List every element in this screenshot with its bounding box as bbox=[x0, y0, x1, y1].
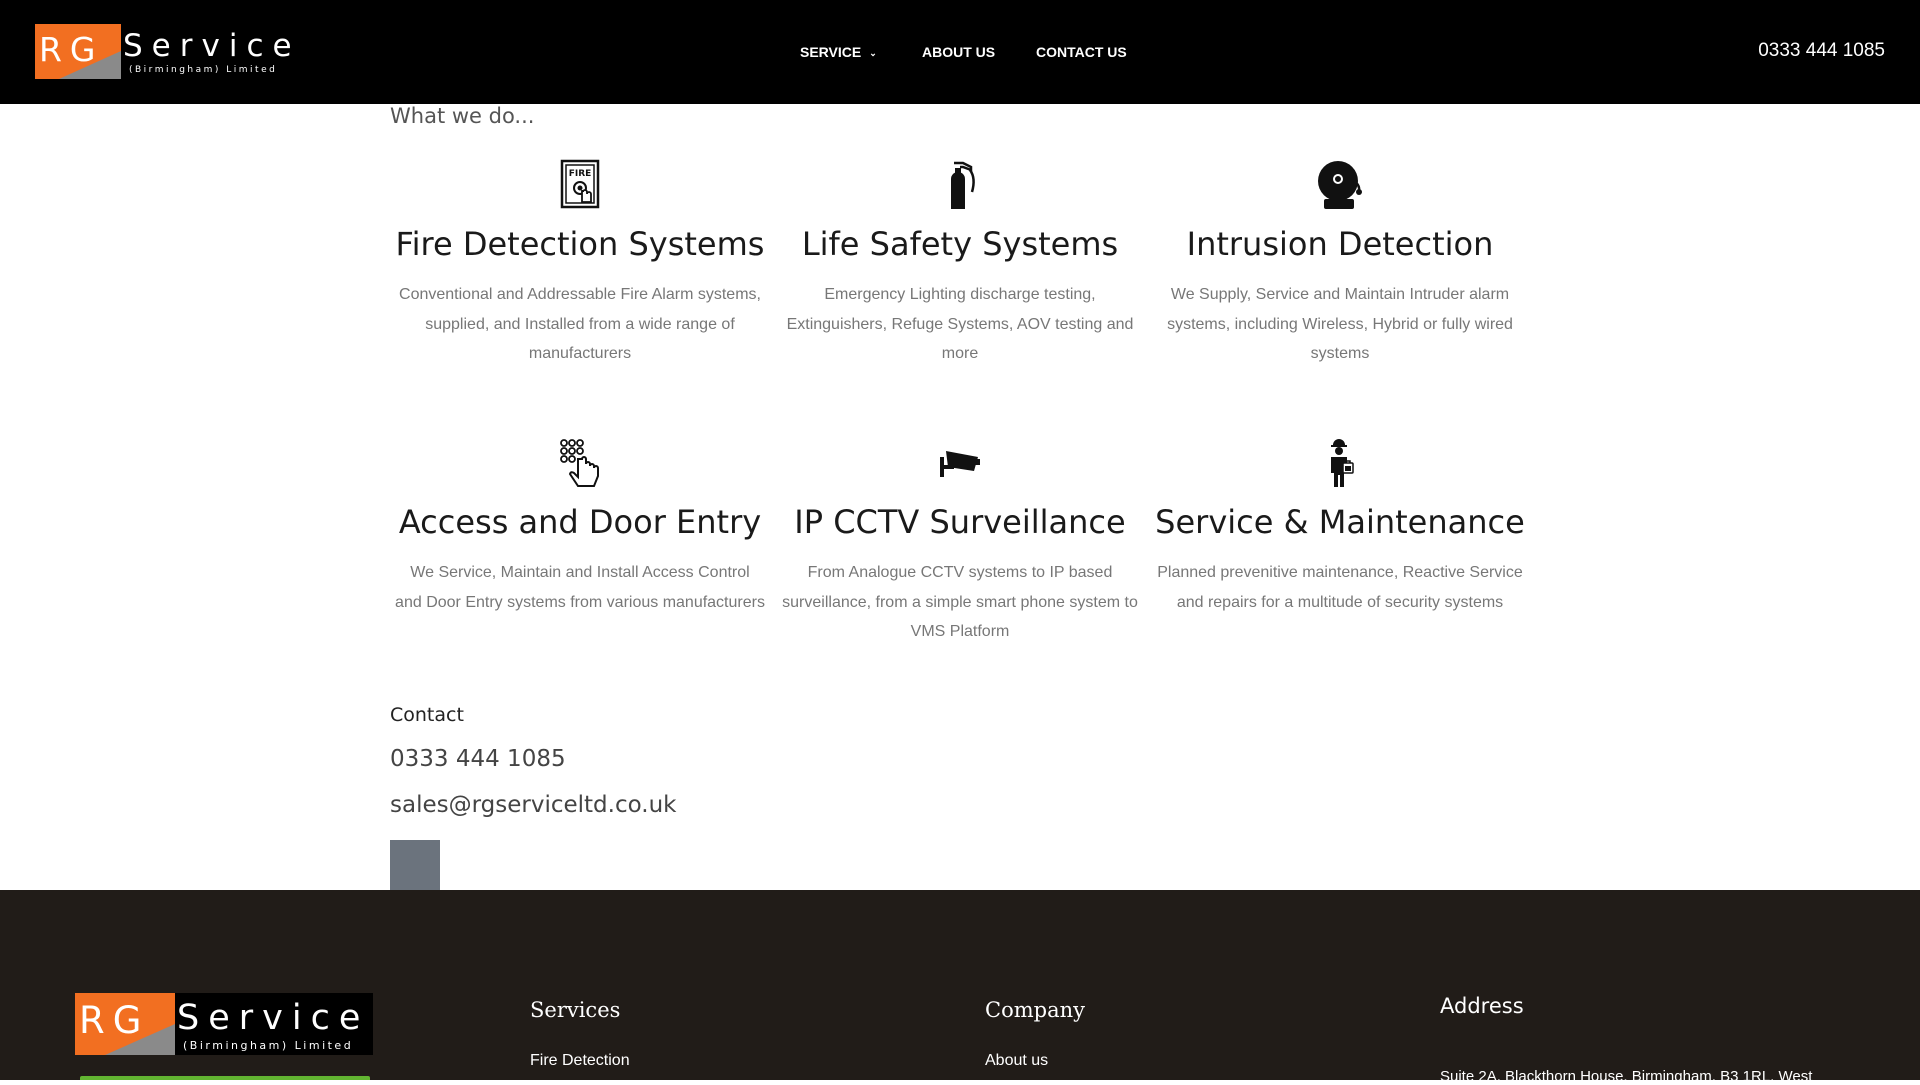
nav-item-about-us[interactable]: ABOUT US bbox=[922, 44, 995, 60]
service-title: Access and Door Entry bbox=[398, 503, 762, 541]
service-card-intrusion-detection: Intrusion Detection We Supply, Service a… bbox=[1155, 158, 1525, 369]
section-title: What we do... bbox=[390, 104, 535, 128]
service-description: We Service, Maintain and Install Access … bbox=[395, 564, 765, 611]
alarm-bell-icon bbox=[1318, 161, 1362, 209]
header-phone-link[interactable]: 0333 444 1085 bbox=[1758, 40, 1885, 62]
service-title: IP CCTV Surveillance bbox=[794, 503, 1126, 541]
service-title: Intrusion Detection bbox=[1186, 225, 1494, 263]
nav-item-label: CONTACT US bbox=[1036, 44, 1127, 60]
chevron-down-icon: ⌄ bbox=[869, 48, 877, 58]
nav-item-label: ABOUT US bbox=[922, 44, 996, 60]
service-description: From Analogue CCTV systems to IP based s… bbox=[782, 564, 1138, 640]
contact-title: Contact bbox=[390, 704, 464, 726]
service-card-life-safety: Life Safety Systems Emergency Lighting d… bbox=[775, 158, 1145, 369]
site-header: RG Service (Birmingham) Limited SERVICE ⌄… bbox=[0, 0, 1920, 104]
logo-subtitle: (Birmingham) Limited bbox=[129, 64, 278, 75]
footer-green-bar bbox=[80, 1076, 370, 1080]
service-card-service-maintenance: Service & Maintenance Planned prevenitiv… bbox=[1155, 436, 1525, 617]
service-card-access-door-entry: Access and Door Entry We Service, Mainta… bbox=[395, 436, 765, 617]
service-title: Fire Detection Systems bbox=[395, 225, 765, 263]
logo-subtitle: (Birmingham) Limited bbox=[183, 1039, 354, 1052]
svg-text:FIRE: FIRE bbox=[569, 169, 592, 179]
fire-extinguisher-icon bbox=[951, 161, 975, 209]
logo-mark-text: RG bbox=[39, 30, 104, 69]
keypad-icon bbox=[560, 439, 599, 487]
engineer-icon bbox=[1331, 439, 1354, 487]
service-card-fire-detection: FIRE Fire Detection Systems Conventional… bbox=[395, 158, 765, 369]
service-card-ip-cctv: IP CCTV Surveillance From Analogue CCTV … bbox=[775, 436, 1145, 647]
site-logo[interactable]: RG Service (Birmingham) Limited bbox=[35, 24, 301, 79]
nav-item-service[interactable]: SERVICE ⌄ bbox=[800, 44, 877, 60]
service-description: Planned prevenitive maintenance, Reactiv… bbox=[1157, 564, 1523, 611]
logo-word: Service bbox=[123, 27, 301, 64]
logo-mark: RG bbox=[75, 993, 175, 1055]
fire-alarm-icon: FIRE bbox=[560, 159, 600, 209]
footer-company-title: Company bbox=[985, 998, 1085, 1022]
site-footer: RG Service (Birmingham) Limited Services… bbox=[0, 890, 1920, 1085]
logo-mark: RG bbox=[35, 24, 121, 79]
footer-logo[interactable]: RG Service (Birmingham) Limited bbox=[75, 993, 374, 1055]
service-description: Conventional and Addressable Fire Alarm … bbox=[399, 286, 761, 362]
footer-services-title: Services bbox=[530, 998, 621, 1022]
nav-item-contact-us[interactable]: CONTACT US bbox=[1036, 44, 1127, 60]
footer-address-title: Address bbox=[1440, 994, 1524, 1018]
footer-link-fire-detection[interactable]: Fire Detection bbox=[530, 1052, 630, 1070]
contact-phone-link[interactable]: 0333 444 1085 bbox=[390, 746, 566, 772]
footer-address-text: Suite 2A, Blackthorn House, Birmingham, … bbox=[1440, 1068, 1813, 1085]
service-description: We Supply, Service and Maintain Intruder… bbox=[1167, 286, 1513, 362]
service-title: Life Safety Systems bbox=[801, 225, 1119, 263]
nav-item-label: SERVICE bbox=[800, 44, 862, 60]
contact-email-link[interactable]: sales@rgserviceltd.co.uk bbox=[390, 792, 676, 818]
logo-mark-text: RG bbox=[79, 999, 150, 1042]
service-description: Emergency Lighting discharge testing, Ex… bbox=[786, 286, 1134, 362]
service-title: Service & Maintenance bbox=[1155, 503, 1525, 541]
logo-word: Service bbox=[177, 998, 370, 1038]
footer-link-about-us[interactable]: About us bbox=[985, 1052, 1048, 1070]
grey-image-placeholder bbox=[390, 840, 440, 890]
cctv-camera-icon bbox=[940, 451, 980, 477]
